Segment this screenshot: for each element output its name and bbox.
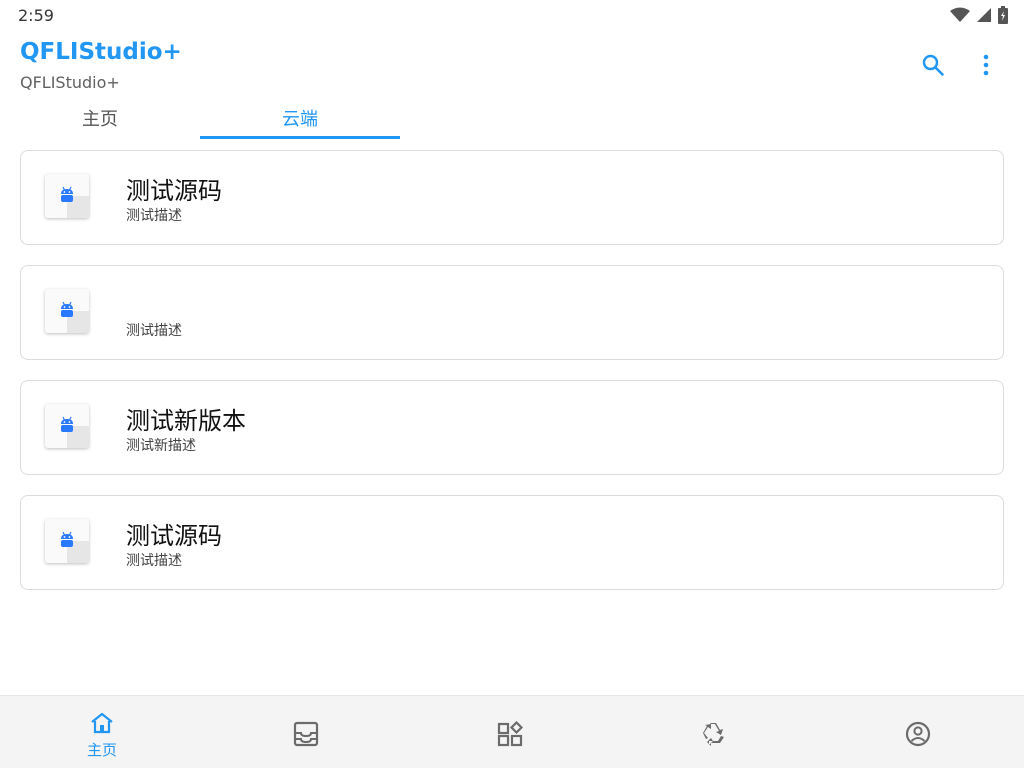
- item-description: 测试描述: [126, 553, 182, 569]
- project-thumbnail: [45, 174, 89, 218]
- project-thumbnail: [45, 519, 89, 563]
- inbox-icon: [293, 721, 319, 747]
- item-description: 测试描述: [126, 323, 182, 339]
- item-title: 测试新版本: [126, 407, 246, 435]
- app-subtitle: QFLIStudio+: [20, 73, 120, 92]
- nav-item-account[interactable]: [816, 696, 1020, 769]
- nav-item-recycle[interactable]: [612, 696, 816, 769]
- account-circle-icon: [905, 721, 931, 747]
- android-icon: [61, 186, 73, 202]
- project-thumbnail: [45, 289, 89, 333]
- tab-indicator: [200, 136, 400, 139]
- nav-item-widgets[interactable]: [408, 696, 612, 769]
- item-title: 测试源码: [126, 177, 222, 205]
- widgets-icon: [497, 721, 523, 747]
- android-icon: [61, 301, 73, 317]
- nav-item-inbox[interactable]: [204, 696, 408, 769]
- list-item[interactable]: 测试源码 测试描述: [20, 150, 1004, 245]
- home-icon: [91, 712, 113, 734]
- tab-home[interactable]: 主页: [0, 100, 200, 140]
- wifi-icon: [950, 7, 970, 22]
- bottom-navigation: 主页: [0, 695, 1024, 768]
- app-title: QFLIStudio+: [20, 39, 182, 65]
- status-bar: 2:59: [0, 0, 1024, 30]
- signal-icon: [977, 8, 991, 22]
- list-item[interactable]: 测试新版本 测试新描述: [20, 380, 1004, 475]
- more-options-button[interactable]: [966, 45, 1006, 85]
- app-bar: QFLIStudio+ QFLIStudio+: [0, 30, 1024, 100]
- list-item[interactable]: 测试描述: [20, 265, 1004, 360]
- item-description: 测试新描述: [126, 438, 196, 454]
- tab-cloud[interactable]: 云端: [200, 100, 400, 140]
- item-description: 测试描述: [126, 208, 182, 224]
- nav-label-home: 主页: [86, 741, 117, 759]
- tab-bar: 主页 云端: [0, 100, 1024, 140]
- project-thumbnail: [45, 404, 89, 448]
- battery-icon: [998, 6, 1008, 24]
- search-icon: [922, 54, 944, 76]
- nav-item-home[interactable]: 主页: [0, 696, 204, 769]
- status-time: 2:59: [18, 6, 54, 25]
- search-button[interactable]: [913, 45, 953, 85]
- android-icon: [61, 416, 73, 432]
- status-icons: [950, 6, 1008, 24]
- more-vert-icon: [983, 54, 989, 76]
- recycle-icon: [703, 723, 724, 746]
- item-title: 测试源码: [126, 522, 222, 550]
- android-icon: [61, 531, 73, 547]
- list-item[interactable]: 测试源码 测试描述: [20, 495, 1004, 590]
